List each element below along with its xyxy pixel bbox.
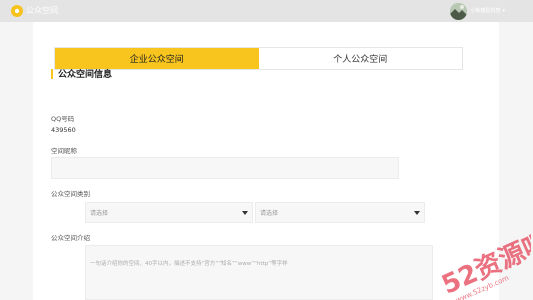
user-menu[interactable]: 小新模型机智 ▾ [450, 3, 505, 20]
space-type-tabs: 企业公众空间 个人公众空间 [54, 47, 463, 70]
tab-personal-space[interactable]: 个人公众空间 [258, 48, 462, 69]
section-title-text: 公众空间信息 [58, 70, 113, 80]
category-secondary-select[interactable]: 请选择 [255, 202, 425, 223]
watermark: 52资源吧 www.52zyb.com [421, 227, 533, 300]
tab-enterprise-space[interactable]: 企业公众空间 [55, 48, 259, 69]
intro-placeholder: 一句话介绍你的空间，40字以内，描述不支持“官方”“知名”“www”“http”… [90, 261, 288, 267]
intro-textarea[interactable]: 一句话介绍你的空间，40字以内，描述不支持“官方”“知名”“www”“http”… [85, 245, 433, 300]
section-title: 公众空间信息 [51, 67, 112, 80]
caret-down-icon [238, 210, 252, 215]
chevron-down-icon[interactable]: ▾ [502, 3, 505, 20]
category-label: 公众空间类别 [51, 190, 90, 198]
space-name-input[interactable] [51, 157, 399, 179]
brand[interactable]: 公众空间 [11, 5, 58, 17]
top-bar: 公众空间 小新模型机智 ▾ [0, 0, 533, 22]
category-primary-placeholder: 请选择 [90, 210, 109, 217]
intro-label: 公众空间介绍 [51, 234, 90, 242]
section-accent-bar [51, 68, 53, 79]
space-name-label: 空间昵称 [51, 147, 77, 155]
username[interactable]: 小新模型机智 [470, 3, 500, 20]
avatar[interactable] [450, 3, 468, 20]
brand-name: 公众空间 [26, 6, 58, 15]
qq-label: QQ号码 [51, 115, 75, 123]
category-primary-select[interactable]: 请选择 [85, 202, 253, 223]
category-secondary-placeholder: 请选择 [260, 210, 279, 217]
brand-logo-icon [11, 5, 23, 17]
qq-value: 439560 [51, 126, 76, 134]
caret-down-icon [410, 210, 424, 215]
